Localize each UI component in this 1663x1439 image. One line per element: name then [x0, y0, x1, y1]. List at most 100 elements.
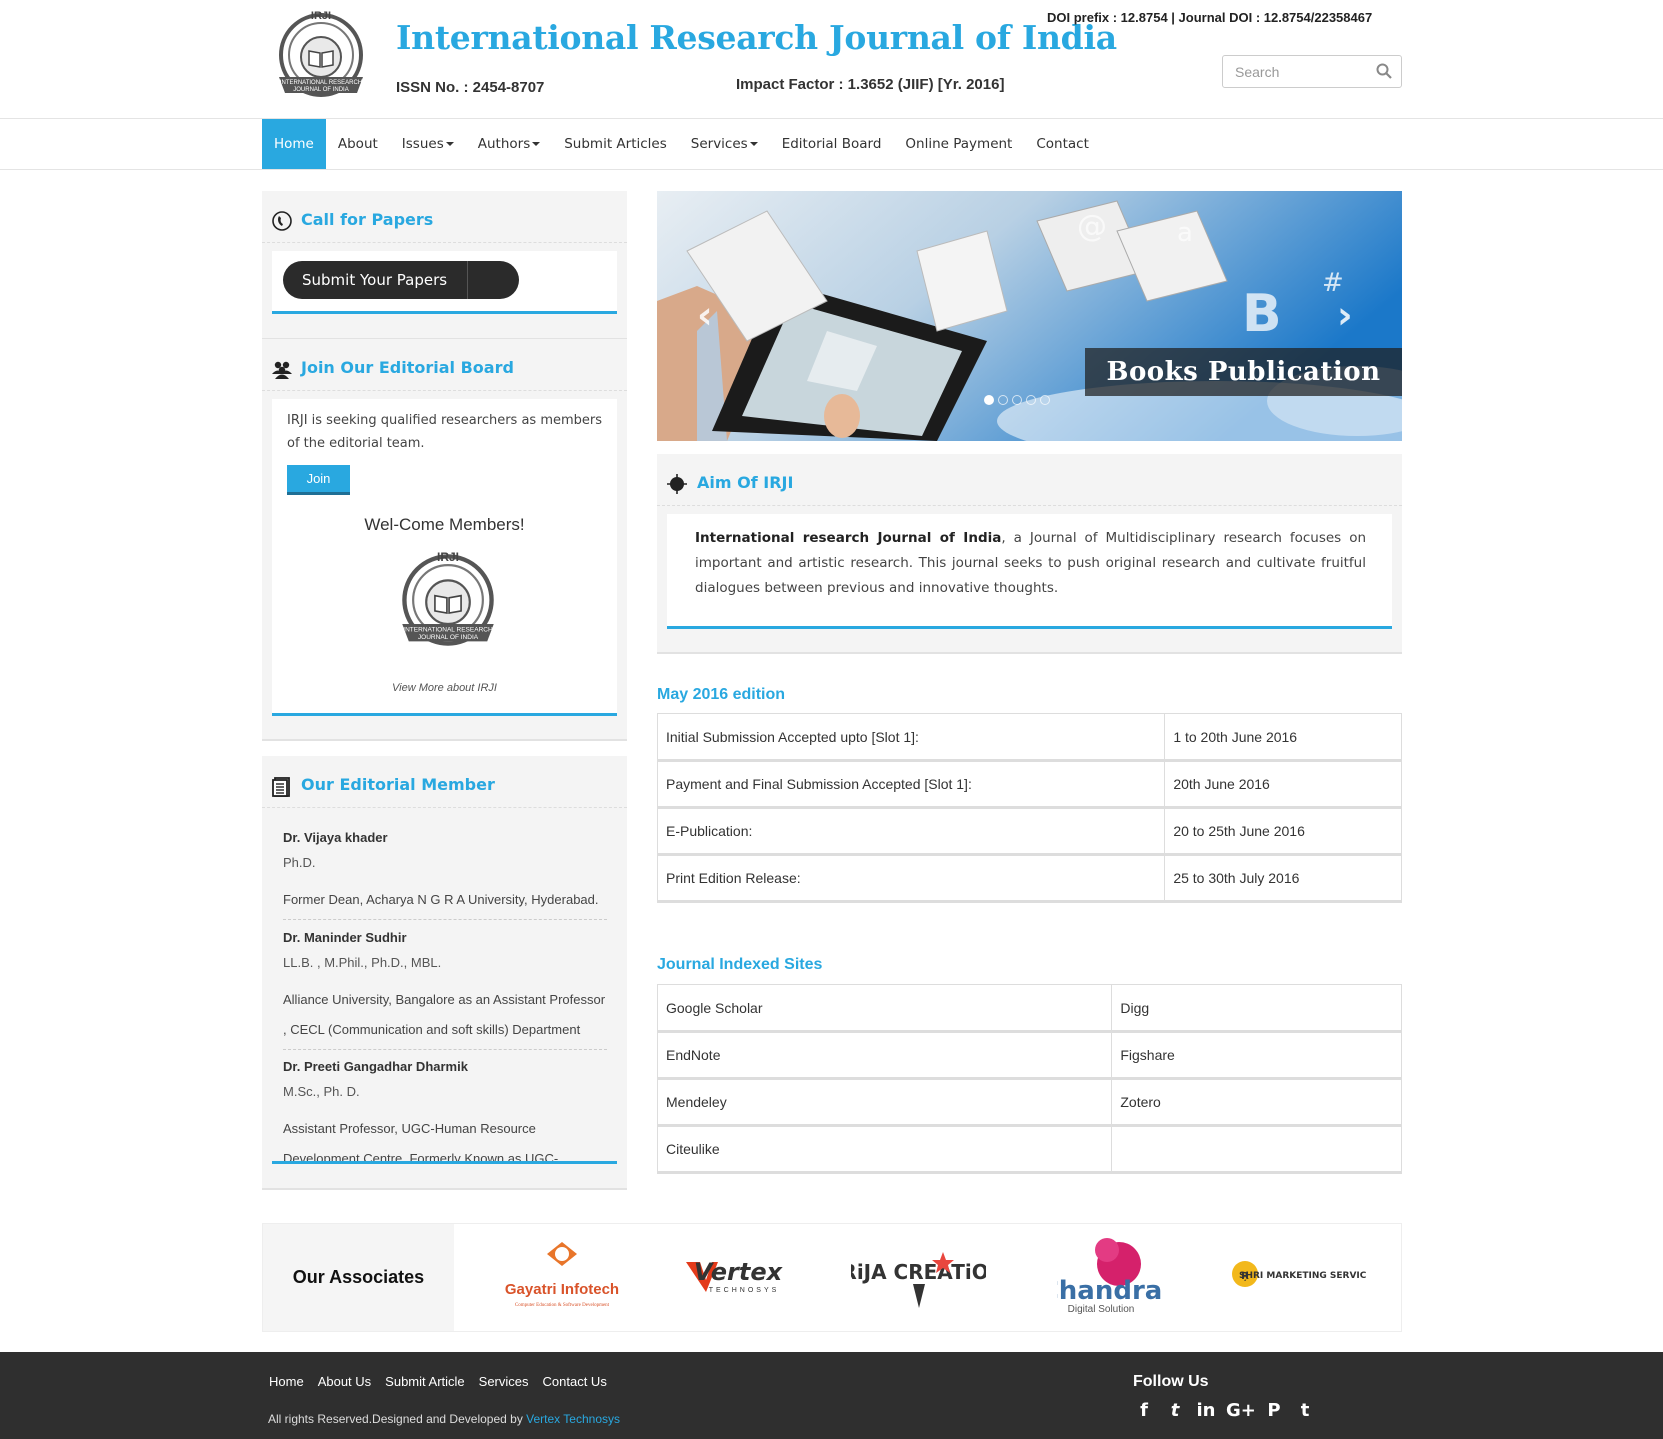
- panel-header: Aim Of IRJI: [657, 454, 1402, 506]
- nav-online-payment-label: Online Payment: [905, 136, 1013, 152]
- social-links: f t in G+ P t: [1133, 1400, 1316, 1422]
- button-divider: [467, 261, 468, 299]
- irji-logo: INTERNATIONAL RESEARCH JOURNAL OF INDIA …: [402, 550, 494, 646]
- view-more-link[interactable]: View More about IRJI: [272, 682, 617, 694]
- copyright-text: All rights Reserved.Designed and Develop…: [268, 1412, 620, 1426]
- svg-text:Digital Solution: Digital Solution: [1068, 1304, 1135, 1315]
- carousel-dot[interactable]: [984, 395, 994, 405]
- nav-home[interactable]: Home: [262, 119, 326, 169]
- irji-logo[interactable]: INTERNATIONAL RESEARCH JOURNAL OF INDIA …: [265, 5, 377, 105]
- table-cell: Print Edition Release:: [656, 854, 1166, 903]
- member-affiliation: Alliance University, Bangalore as an Ass…: [283, 992, 606, 1037]
- editorial-board-text: IRJI is seeking qualified researchers as…: [287, 413, 603, 451]
- carousel-next-icon[interactable]: ›: [1337, 293, 1353, 337]
- member-divider: [283, 1049, 607, 1050]
- submit-papers-button[interactable]: Submit Your Papers: [283, 261, 519, 299]
- svg-text:GiRiJA CREATiONS: GiRiJA CREATiONS: [851, 1260, 986, 1284]
- gayatri-infotech-logo[interactable]: Gayatri Infotech Computer Education & So…: [492, 1224, 632, 1331]
- google-plus-icon[interactable]: G+: [1226, 1400, 1256, 1422]
- svg-text:@: @: [1077, 209, 1107, 244]
- footer-link-home[interactable]: Home: [262, 1374, 311, 1389]
- site-title[interactable]: International Research Journal of India: [396, 18, 1117, 57]
- member-divider: [283, 919, 607, 920]
- caret-down-icon: [532, 142, 541, 146]
- svg-text:INTERNATIONAL RESEARCH: INTERNATIONAL RESEARCH: [403, 627, 493, 634]
- nav-authors[interactable]: Authors: [466, 119, 552, 169]
- svg-text:IRJI: IRJI: [311, 10, 331, 22]
- nav-about-label: About: [337, 136, 378, 152]
- join-button[interactable]: Join: [287, 465, 350, 495]
- welcome-heading: Wel-Come Members!: [364, 515, 525, 534]
- carousel-prev-icon[interactable]: ‹: [697, 293, 713, 337]
- member-name: Dr. Maninder Sudhir: [283, 930, 407, 945]
- footer-link-services[interactable]: Services: [472, 1374, 536, 1389]
- impact-factor: Impact Factor : 1.3652 (JIIF) [Yr. 2016]: [736, 76, 1005, 93]
- table-cell: Zotero: [1111, 1078, 1402, 1127]
- table-row: E-Publication: 20 to 25th June 2016: [656, 807, 1402, 856]
- nav-services[interactable]: Services: [679, 119, 770, 169]
- linkedin-icon[interactable]: in: [1195, 1400, 1217, 1422]
- carousel-dot[interactable]: [998, 395, 1008, 405]
- pinterest-icon[interactable]: P: [1263, 1400, 1285, 1422]
- vertex-technosys-logo[interactable]: Vertex TECHNOSYS: [678, 1224, 788, 1331]
- nav-editorial-board[interactable]: Editorial Board: [770, 119, 894, 169]
- carousel-dot[interactable]: [1012, 395, 1022, 405]
- girija-creations-logo[interactable]: GiRiJA CREATiONS: [851, 1224, 986, 1331]
- facebook-icon[interactable]: f: [1133, 1400, 1155, 1422]
- member-item: Dr. Vijaya khader Ph.D. Former Dean, Ach…: [283, 830, 607, 915]
- table-cell: Mendeley: [656, 1078, 1113, 1127]
- nav-services-label: Services: [690, 136, 748, 152]
- nav-online-payment[interactable]: Online Payment: [893, 119, 1024, 169]
- twitter-icon[interactable]: t: [1164, 1400, 1186, 1422]
- hero-carousel[interactable]: B @ a # ‹ › Books Publication: [657, 191, 1402, 441]
- editorial-board-body: IRJI is seeking qualified researchers as…: [272, 399, 617, 716]
- member-name: Dr. Vijaya khader: [283, 830, 388, 845]
- svg-text:TECHNOSYS: TECHNOSYS: [709, 1287, 780, 1294]
- search-input[interactable]: [1223, 56, 1363, 87]
- site-header: INTERNATIONAL RESEARCH JOURNAL OF INDIA …: [0, 0, 1663, 119]
- document-icon: [272, 777, 290, 797]
- developer-link[interactable]: Vertex Technosys: [526, 1412, 620, 1426]
- footer-link-about[interactable]: About Us: [311, 1374, 378, 1389]
- tumblr-icon[interactable]: t: [1294, 1400, 1316, 1422]
- call-for-papers-body: Submit Your Papers: [272, 251, 617, 314]
- search-icon[interactable]: [1376, 63, 1392, 79]
- indexed-title: Journal Indexed Sites: [657, 956, 823, 973]
- nav-contact[interactable]: Contact: [1024, 119, 1101, 169]
- footer-link-submit[interactable]: Submit Article: [378, 1374, 471, 1389]
- nav-issues[interactable]: Issues: [390, 119, 466, 169]
- nav-home-label: Home: [274, 136, 314, 152]
- footer-links: Home About Us Submit Article Services Co…: [262, 1374, 614, 1389]
- member-item: Dr. Preeti Gangadhar Dharmik M.Sc., Ph. …: [283, 1059, 607, 1161]
- caret-down-icon: [445, 142, 454, 146]
- table-cell: [1111, 1125, 1402, 1174]
- nav-about[interactable]: About: [326, 119, 390, 169]
- carousel-dot[interactable]: [1040, 395, 1050, 405]
- nav-submit-articles[interactable]: Submit Articles: [552, 119, 679, 169]
- table-row: Mendeley Zotero: [656, 1078, 1402, 1127]
- editorial-members-title: Our Editorial Member: [301, 775, 495, 794]
- svg-text:IRJI: IRJI: [437, 550, 459, 564]
- target-icon: [667, 474, 687, 494]
- table-row: Initial Submission Accepted upto [Slot 1…: [656, 713, 1402, 762]
- table-cell: Initial Submission Accepted upto [Slot 1…: [656, 713, 1166, 762]
- svg-text:a: a: [1177, 218, 1193, 248]
- follow-us-title: Follow Us: [1133, 1373, 1209, 1390]
- table-cell: 20th June 2016: [1164, 760, 1402, 809]
- issn-number: ISSN No. : 2454-8707: [396, 79, 545, 96]
- table-cell: 25 to 30th July 2016: [1164, 854, 1402, 903]
- footer-link-contact[interactable]: Contact Us: [536, 1374, 614, 1389]
- member-item: Dr. Maninder Sudhir LL.B. , M.Phil., Ph.…: [283, 930, 607, 1045]
- indexed-table: Google Scholar Digg EndNote Figshare Men…: [656, 984, 1402, 1174]
- editorial-board-panel: Join Our Editorial Board IRJI is seeking…: [262, 339, 627, 741]
- svg-text:JOURNAL OF INDIA: JOURNAL OF INDIA: [293, 87, 348, 93]
- table-row: Print Edition Release: 25 to 30th July 2…: [656, 854, 1402, 903]
- chandra-digital-logo[interactable]: Chandra Digital Solution: [1057, 1224, 1162, 1331]
- svg-text:B: B: [1242, 284, 1282, 344]
- nav-issues-label: Issues: [401, 136, 444, 152]
- shri-marketing-logo[interactable]: Ŗ SHRI MARKETING SERVICES: [1225, 1224, 1367, 1331]
- edition-table: Initial Submission Accepted upto [Slot 1…: [656, 713, 1402, 903]
- caret-down-icon: [749, 142, 758, 146]
- member-degree: M.Sc., Ph. D.: [283, 1084, 360, 1099]
- carousel-dot[interactable]: [1026, 395, 1036, 405]
